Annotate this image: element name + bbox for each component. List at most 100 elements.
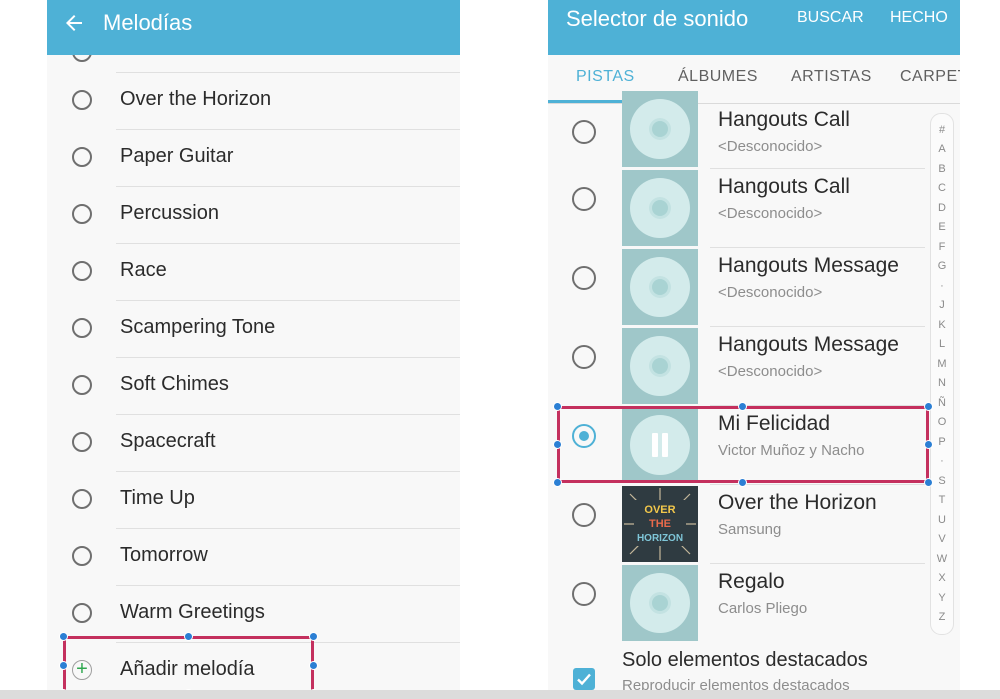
track-row[interactable]: Hangouts Message <Desconocido> [548, 249, 960, 327]
resize-handle[interactable] [924, 440, 933, 449]
index-letter[interactable]: F [931, 240, 953, 254]
resize-handle[interactable] [738, 478, 747, 487]
resize-handle[interactable] [59, 632, 68, 641]
radio-button[interactable] [72, 432, 92, 452]
radio-button[interactable] [72, 318, 92, 338]
index-letter[interactable]: E [931, 220, 953, 234]
track-row[interactable]: Hangouts Message <Desconocido> [548, 328, 960, 406]
track-row[interactable]: Regalo Carlos Pliego [548, 565, 960, 643]
track-title: Hangouts Call [718, 108, 850, 131]
tab-artists[interactable]: ARTISTAS [791, 68, 872, 86]
radio-button[interactable] [72, 489, 92, 509]
radio-button[interactable] [72, 546, 92, 566]
back-arrow-icon[interactable] [62, 11, 86, 35]
track-row[interactable]: OVER THE HORIZON Over the Horizon Samsun… [548, 486, 960, 564]
radio-button[interactable] [572, 120, 596, 144]
radio-button[interactable] [72, 204, 92, 224]
resize-handle[interactable] [553, 440, 562, 449]
page-margin [960, 0, 1000, 699]
album-art-text: THE [649, 518, 671, 530]
alphabet-index-scrollbar[interactable]: # A B C D E F G · J K L M N Ñ O P · S T … [930, 113, 954, 635]
radio-button[interactable] [572, 266, 596, 290]
index-letter[interactable]: B [931, 162, 953, 176]
radio-button[interactable] [72, 147, 92, 167]
track-row[interactable]: Hangouts Call <Desconocido> [548, 170, 960, 248]
resize-handle[interactable] [309, 632, 318, 641]
index-letter[interactable]: X [931, 571, 953, 585]
track-title: Over the Horizon [718, 491, 877, 514]
radio-button[interactable] [572, 187, 596, 211]
radio-button[interactable] [72, 603, 92, 623]
melody-label: Warm Greetings [120, 601, 265, 623]
melody-label: Scampering Tone [120, 316, 276, 338]
list-item[interactable]: Tomorrow [47, 529, 460, 586]
index-letter[interactable]: U [931, 513, 953, 527]
melody-label: Tomorrow [120, 544, 208, 566]
list-item[interactable]: Spacecraft [47, 415, 460, 472]
list-item[interactable]: Time Up [47, 472, 460, 529]
index-letter[interactable]: G [931, 259, 953, 273]
tab-tracks[interactable]: PISTAS [576, 68, 635, 86]
track-title: Hangouts Message [718, 254, 899, 277]
resize-handle[interactable] [59, 661, 68, 670]
melody-label: Over the Horizon [120, 88, 272, 110]
index-letter[interactable]: W [931, 552, 953, 566]
list-item[interactable]: Scampering Tone [47, 301, 460, 358]
index-letter[interactable]: # [931, 123, 953, 137]
list-item[interactable]: Percussion [47, 187, 460, 244]
index-letter[interactable]: P [931, 435, 953, 449]
melody-label: Percussion [120, 202, 219, 224]
index-letter[interactable]: Z [931, 610, 953, 624]
index-letter[interactable]: O [931, 415, 953, 429]
index-letter[interactable]: N [931, 376, 953, 390]
radio-button[interactable] [72, 375, 92, 395]
album-thumbnail [622, 91, 698, 167]
index-letter[interactable]: A [931, 142, 953, 156]
resize-handle[interactable] [553, 478, 562, 487]
radio-button[interactable] [72, 55, 92, 62]
radio-button[interactable] [72, 90, 92, 110]
track-row[interactable]: Hangouts Call <Desconocido> [548, 91, 960, 169]
radio-button[interactable] [572, 582, 596, 606]
radio-button[interactable] [72, 261, 92, 281]
list-item[interactable]: Warm Greetings [47, 586, 460, 643]
index-letter[interactable]: Y [931, 591, 953, 605]
radio-button[interactable] [572, 345, 596, 369]
index-letter[interactable]: K [931, 318, 953, 332]
index-letter[interactable]: V [931, 532, 953, 546]
track-artist: <Desconocido> [718, 138, 823, 155]
index-letter[interactable]: Ñ [931, 396, 953, 410]
index-letter[interactable]: D [931, 201, 953, 215]
resize-handle[interactable] [924, 478, 933, 487]
track-artist: Samsung [718, 521, 782, 538]
list-item[interactable]: Soft Chimes [47, 358, 460, 415]
resize-handle[interactable] [924, 402, 933, 411]
album-thumbnail [622, 170, 698, 246]
list-item[interactable]: Race [47, 244, 460, 301]
index-letter[interactable]: C [931, 181, 953, 195]
radio-button[interactable] [572, 503, 596, 527]
resize-handle[interactable] [309, 661, 318, 670]
search-button[interactable]: BUSCAR [797, 9, 864, 27]
track-artist: Carlos Pliego [718, 600, 808, 617]
index-letter[interactable]: M [931, 357, 953, 371]
resize-handle[interactable] [184, 632, 193, 641]
track-title: Hangouts Message [718, 333, 899, 356]
highlights-checkbox[interactable] [573, 668, 595, 690]
index-letter[interactable]: T [931, 493, 953, 507]
tab-albums[interactable]: ÁLBUMES [678, 68, 758, 86]
index-letter[interactable]: · [931, 454, 953, 468]
index-letter[interactable]: S [931, 474, 953, 488]
done-button[interactable]: HECHO [890, 9, 948, 27]
resize-handle[interactable] [553, 402, 562, 411]
resize-handle[interactable] [738, 402, 747, 411]
index-letter[interactable]: L [931, 337, 953, 351]
page-title: Selector de sonido [566, 6, 749, 31]
tab-folders[interactable]: CARPETAS [900, 68, 960, 86]
index-letter[interactable]: J [931, 298, 953, 312]
list-item[interactable]: Over the Horizon [47, 73, 460, 130]
list-item[interactable]: Paper Guitar [47, 130, 460, 187]
track-title: Hangouts Call [718, 175, 850, 198]
melodies-app-bar: Melodías [47, 0, 460, 55]
index-letter[interactable]: · [931, 279, 953, 293]
